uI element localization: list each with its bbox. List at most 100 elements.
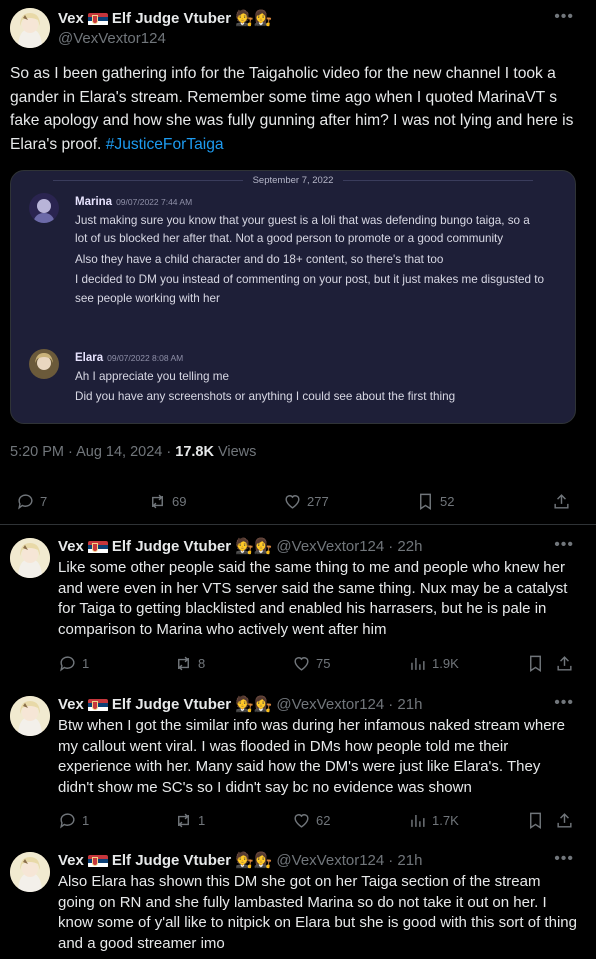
views-button[interactable]: 1.7K bbox=[408, 811, 459, 830]
like-button[interactable]: 277 bbox=[283, 492, 329, 511]
repost-icon bbox=[178, 656, 189, 671]
reply-action-bar: 1 1 62 1.7K bbox=[0, 811, 596, 831]
repost-button[interactable]: 69 bbox=[148, 492, 186, 511]
avatar-image bbox=[10, 696, 50, 736]
repost-icon bbox=[152, 494, 163, 509]
repost-count: 1 bbox=[198, 813, 206, 828]
avatar[interactable] bbox=[10, 538, 50, 578]
like-button[interactable]: 62 bbox=[292, 811, 330, 830]
display-name-suffix: Elf Judge Vtuber bbox=[111, 538, 232, 555]
avatar[interactable] bbox=[10, 696, 50, 736]
views-label: Views bbox=[213, 444, 257, 460]
reply-count: 1 bbox=[82, 813, 90, 828]
display-name[interactable]: Vex bbox=[58, 10, 84, 28]
more-icon[interactable]: ••• bbox=[554, 8, 574, 26]
share-button[interactable] bbox=[555, 811, 574, 830]
views-icon bbox=[411, 814, 425, 827]
serbia-flag-icon bbox=[87, 12, 108, 26]
reply-tweet: Vex Elf Judge Vtuber 🧑‍⚖️👩‍⚖️ @VexVextor… bbox=[0, 850, 596, 959]
dm-author: Marina bbox=[75, 196, 113, 208]
avatar-image bbox=[10, 852, 50, 892]
share-button[interactable] bbox=[552, 492, 571, 511]
reply-button[interactable]: 1 bbox=[58, 811, 89, 830]
tweet-timestamp[interactable]: 5:20 PM · Aug 14, 2024 · bbox=[10, 444, 175, 460]
bookmark-icon bbox=[530, 655, 541, 672]
bookmark-button[interactable] bbox=[526, 811, 545, 830]
dm-timestamp: 09/07/2022 8:08 AM bbox=[107, 353, 184, 363]
judge-emoji-icon: 🧑‍⚖️👩‍⚖️ bbox=[235, 538, 273, 555]
serbia-flag-icon bbox=[87, 540, 108, 554]
dm-line: Ah I appreciate you telling me bbox=[75, 369, 229, 383]
tweet-meta: 5:20 PM · Aug 14, 2024 · 17.8K Views bbox=[10, 444, 256, 460]
reply-button[interactable]: 7 bbox=[16, 492, 47, 511]
dm-timestamp: 09/07/2022 7:44 AM bbox=[116, 197, 193, 207]
reply-icon bbox=[18, 494, 33, 510]
hashtag-link[interactable]: #JusticeForTaiga bbox=[106, 136, 224, 153]
display-name-suffix: Elf Judge Vtuber bbox=[111, 852, 232, 869]
reply-header: Vex Elf Judge Vtuber 🧑‍⚖️👩‍⚖️ @VexVextor… bbox=[58, 538, 422, 556]
views-button[interactable]: 1.9K bbox=[408, 654, 459, 673]
bookmark-icon bbox=[530, 812, 541, 829]
share-icon bbox=[554, 494, 569, 509]
author-handle[interactable]: @VexVextor124 bbox=[276, 696, 384, 714]
reply-action-bar: 1 8 75 1.9K bbox=[0, 654, 596, 674]
reply-icon bbox=[60, 656, 75, 672]
share-icon bbox=[557, 656, 572, 671]
dm-line: Also they have a child character and do … bbox=[75, 252, 444, 266]
display-name[interactable]: Vex bbox=[58, 696, 84, 714]
tweet-media-image[interactable]: September 7, 2022 Marina 09/07/2022 7:44 … bbox=[10, 170, 576, 424]
display-name[interactable]: Vex bbox=[58, 538, 84, 556]
avatar[interactable] bbox=[10, 852, 50, 892]
view-count: 1.7K bbox=[432, 813, 459, 828]
repost-button[interactable]: 8 bbox=[174, 654, 205, 673]
heart-icon bbox=[285, 495, 300, 509]
author-handle[interactable]: @VexVextor124 bbox=[58, 30, 272, 48]
serbia-flag-icon bbox=[87, 698, 108, 712]
judge-emoji-icon: 🧑‍⚖️👩‍⚖️ bbox=[235, 696, 273, 713]
author-block: Vex Elf Judge Vtuber 🧑‍⚖️👩‍⚖️ @VexVextor… bbox=[58, 10, 272, 48]
heart-icon bbox=[294, 657, 309, 671]
reply-header: Vex Elf Judge Vtuber 🧑‍⚖️👩‍⚖️ @VexVextor… bbox=[58, 696, 422, 714]
dm-line: I decided to DM you instead of commentin… bbox=[75, 273, 545, 305]
share-icon bbox=[557, 813, 572, 828]
repost-icon bbox=[178, 813, 189, 828]
view-count: 1.9K bbox=[432, 656, 459, 671]
bookmark-button[interactable]: 52 bbox=[416, 492, 454, 511]
display-name-suffix: Elf Judge Vtuber bbox=[111, 10, 232, 27]
author-handle[interactable]: @VexVextor124 bbox=[276, 538, 384, 556]
reply-time[interactable]: · 22h bbox=[388, 538, 422, 556]
reply-button[interactable]: 1 bbox=[58, 654, 89, 673]
display-name[interactable]: Vex bbox=[58, 852, 84, 870]
avatar-image bbox=[10, 8, 50, 48]
dm-line: Just making sure you know that your gues… bbox=[75, 213, 530, 246]
like-count: 277 bbox=[307, 494, 329, 509]
bookmark-icon bbox=[420, 493, 431, 510]
main-tweet: Vex Elf Judge Vtuber 🧑‍⚖️👩‍⚖️ @VexVextor… bbox=[0, 0, 596, 525]
display-name-suffix: Elf Judge Vtuber bbox=[111, 696, 232, 713]
reply-time[interactable]: · 21h bbox=[388, 696, 422, 714]
elara-avatar bbox=[29, 349, 59, 379]
reply-icon bbox=[60, 813, 75, 829]
avatar-image bbox=[10, 538, 50, 578]
like-button[interactable]: 75 bbox=[292, 654, 330, 673]
more-icon[interactable]: ••• bbox=[554, 850, 574, 868]
bookmark-count: 52 bbox=[440, 494, 455, 509]
more-icon[interactable]: ••• bbox=[554, 536, 574, 554]
author-handle[interactable]: @VexVextor124 bbox=[276, 852, 384, 870]
dm-date-divider: September 7, 2022 bbox=[11, 175, 575, 186]
reply-header: Vex Elf Judge Vtuber 🧑‍⚖️👩‍⚖️ @VexVextor… bbox=[58, 852, 422, 870]
repost-count: 69 bbox=[172, 494, 187, 509]
reply-text: Btw when I got the similar info was duri… bbox=[58, 717, 565, 796]
share-button[interactable] bbox=[555, 654, 574, 673]
reply-count: 7 bbox=[40, 494, 48, 509]
bookmark-button[interactable] bbox=[526, 654, 545, 673]
reply-tweet: Vex Elf Judge Vtuber 🧑‍⚖️👩‍⚖️ @VexVextor… bbox=[0, 536, 596, 693]
judge-emoji-icon: 🧑‍⚖️👩‍⚖️ bbox=[235, 10, 273, 27]
serbia-flag-icon bbox=[87, 854, 108, 868]
repost-button[interactable]: 1 bbox=[174, 811, 205, 830]
more-icon[interactable]: ••• bbox=[554, 694, 574, 712]
avatar[interactable] bbox=[10, 8, 50, 48]
reply-count: 1 bbox=[82, 656, 90, 671]
reply-time[interactable]: · 21h bbox=[388, 852, 422, 870]
reply-text: Like some other people said the same thi… bbox=[58, 559, 568, 638]
